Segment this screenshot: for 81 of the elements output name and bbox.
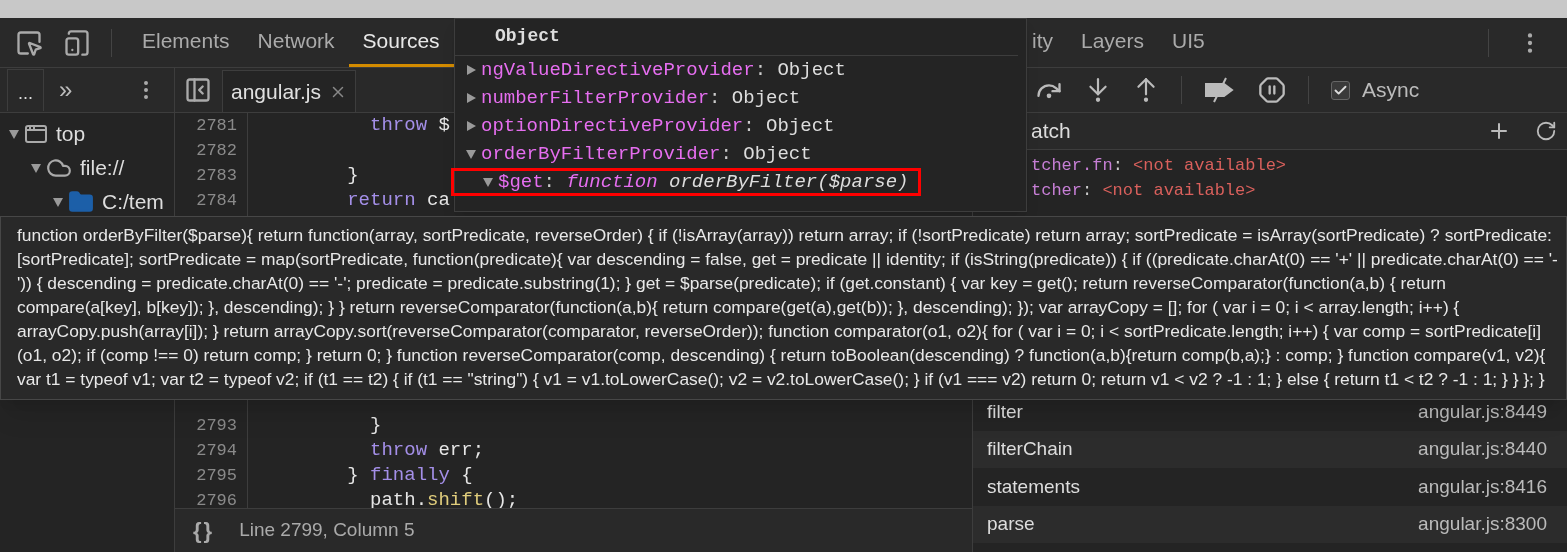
panel-tab[interactable]: Network <box>243 18 349 67</box>
async-checkbox[interactable] <box>1331 80 1350 100</box>
colon: : <box>709 85 722 111</box>
more-tabs-chevron[interactable]: » <box>59 72 73 108</box>
cursor-position: Line 2799, Column 5 <box>239 518 415 543</box>
window-icon <box>24 122 48 146</box>
code-line: } <box>369 414 382 436</box>
popover-title: Object <box>495 25 560 48</box>
property-value: orderByFilter($parse) <box>669 169 909 195</box>
code-line: throw err; <box>369 439 485 461</box>
colon: : <box>543 169 556 195</box>
function-name: parse <box>987 512 1035 536</box>
call-frame-row[interactable]: parse angular.js:8300 <box>973 505 1567 543</box>
pretty-print-button[interactable]: {} <box>193 514 215 547</box>
source-location: angular.js:8300 <box>1418 512 1547 536</box>
panel-tab[interactable]: Elements <box>128 18 244 67</box>
line-number: 2796 <box>195 490 237 508</box>
watch-expression[interactable]: tcher.fn: <not available> <box>1031 153 1567 178</box>
function-name: filterChain <box>987 437 1073 461</box>
navigator-tab[interactable]: ... <box>7 69 44 111</box>
function-source: function orderByFilter($parse){ return function(array, sortPredicate, reverseOrder) { if (!isArray(array)) return array; if (!sortPredicate) return array; sortPredicate = isArray(sortPredicate) ? sortPredicate: [sortPredicate]; sortPredicate = map(sortPredicate, function(predicate){ var descending = false, get = predicate || identity; if (isString(predicate)) { if ((predicate.charAt(0) == '+' || predicate.charAt(0) == '-')) { descending = predicate.charAt(0) == '-'; predicate = predicate.substring(1); } get = $parse(predicate); if (get.constant) { var key = get(); return reverseComparator(function(a,b) { return compare(a[key], b[key]); }, descending); } } return reverseComparator(function(a,b){ return compare(get(a),get(b)); }, descending); }); var arrayCopy = []; for ( var i = 0; i < array.length; i++) { arrayCopy.push(array[i]); } return arrayCopy.sort(reverseComparator(comparator, reverseOrder)); function comparator(o1, o2){ for ( var i = 0; i < sortPredicate.length; i++) { var comp = sortPredicate[i](o1, o2); if (comp !== 0) return comp; } return 0; } function reverseComparator(comp, descending) { return toBoolean(descending) ? function(a,b){return comp(b,a);} : comp; } function compare(v1, v2){ var t1 = typeof v1; var t2 = typeof v2; if (t1 == t2) { if (t1 == "string") { v1 = v1.toLowerCase(); v2 = v2.toLowerCase(); } if (v1 === v2) return 0; return v1 < v2 ? -1 : 1; } else { return t1 < t2 ? -1 : 1; } } }; } <box>17 224 1558 391</box>
line-number: 2782 <box>195 140 237 162</box>
panel-tab[interactable]: UI5 <box>1172 18 1233 67</box>
property-name: ngValueDirectiveProvider <box>481 57 755 83</box>
property-value: Object <box>777 57 846 83</box>
disclosure-triangle-icon[interactable] <box>482 176 494 188</box>
source-location: angular.js:8440 <box>1418 437 1547 461</box>
line-number: 2781 <box>195 115 237 137</box>
source-location: angular.js:8449 <box>1418 399 1547 424</box>
colon: : <box>743 113 756 139</box>
section-title[interactable]: atch <box>1031 115 1071 147</box>
disclosure-triangle-icon[interactable] <box>30 162 42 174</box>
property-row[interactable]: optionDirectiveProvider: Object <box>455 112 1018 140</box>
folder-icon <box>68 189 94 215</box>
property-name: $get <box>498 169 544 195</box>
tree-item[interactable]: top <box>0 117 174 151</box>
function-name: filter <box>987 399 1023 424</box>
property-row[interactable]: numberFilterProvider: Object <box>455 84 1018 112</box>
line-number: 2795 <box>195 465 237 487</box>
call-frame-row[interactable]: filterChain angular.js:8440 <box>973 430 1567 468</box>
property-row[interactable]: orderByFilterProvider: Object <box>455 140 1018 168</box>
inspect-icon[interactable] <box>15 28 43 57</box>
property-name: orderByFilterProvider <box>481 141 721 167</box>
disclosure-triangle-icon[interactable] <box>465 64 477 76</box>
property-name: optionDirectiveProvider <box>481 113 744 139</box>
property-name: numberFilterProvider <box>481 85 710 111</box>
code-line: return ca <box>346 189 450 211</box>
property-value: Object <box>743 141 812 167</box>
function-keyword: function <box>566 169 659 195</box>
line-number: 2794 <box>195 440 237 462</box>
panel-tab[interactable]: Layers <box>1081 18 1173 67</box>
tree-item[interactable]: file:// <box>0 151 174 185</box>
property-row[interactable]: $get: function orderByFilter($parse) <box>451 168 921 196</box>
disclosure-triangle-icon[interactable] <box>465 148 477 160</box>
panel-tab[interactable]: ity <box>1032 18 1081 67</box>
source-location: angular.js:8416 <box>1418 474 1547 499</box>
line-number: 2784 <box>195 190 237 212</box>
file-tab[interactable]: angular.js <box>222 70 356 112</box>
line-number: 2783 <box>195 165 237 187</box>
sidebar-toggle-icon[interactable] <box>184 76 212 104</box>
watch-expression[interactable]: tcher: <not available> <box>1031 178 1567 203</box>
tree-item[interactable]: C:/tem <box>0 185 174 219</box>
disclosure-triangle-icon[interactable] <box>8 128 20 140</box>
pause-on-exceptions-icon[interactable] <box>1258 76 1286 104</box>
device-toolbar-icon[interactable] <box>63 28 91 57</box>
property-value: Object <box>731 85 801 111</box>
property-value: Object <box>766 113 835 139</box>
disclosure-triangle-icon[interactable] <box>465 92 477 104</box>
colon: : <box>720 141 733 167</box>
code-line: } <box>346 164 359 186</box>
function-name: statements <box>987 474 1080 499</box>
line-number: 2793 <box>195 415 237 437</box>
async-label: Async <box>1362 77 1420 104</box>
code-line: throw $ <box>369 114 450 136</box>
refresh-icon[interactable] <box>1535 120 1557 142</box>
disclosure-triangle-icon[interactable] <box>465 120 477 132</box>
deactivate-breakpoints-icon[interactable] <box>1204 76 1236 104</box>
code-line: } finally { <box>346 464 473 486</box>
property-row[interactable]: ngValueDirectiveProvider: Object <box>455 56 1018 84</box>
colon: : <box>754 57 768 83</box>
disclosure-triangle-icon[interactable] <box>52 196 64 208</box>
